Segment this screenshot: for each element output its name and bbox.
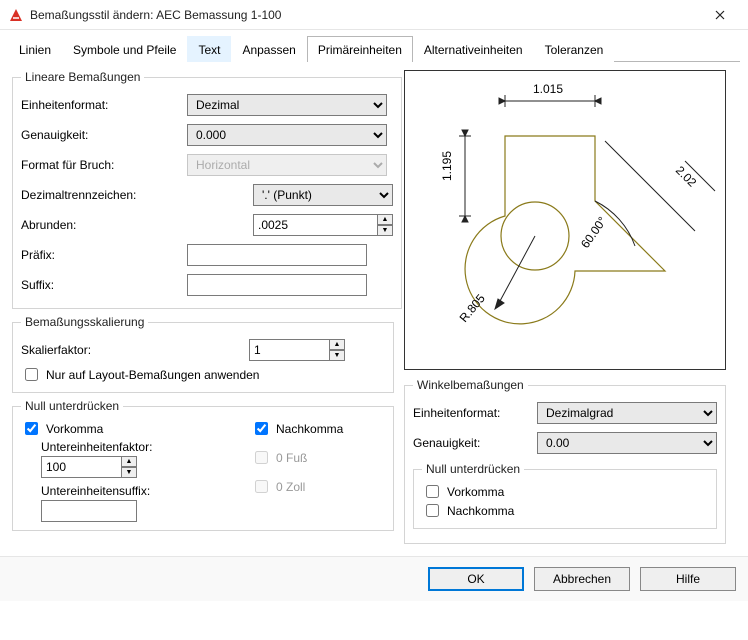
svg-text:R.805: R.805 [457,291,489,325]
group-angular-zero-legend: Null unterdrücken [422,462,524,476]
titlebar: Bemaßungsstil ändern: AEC Bemassung 1-10… [0,0,748,30]
precision-label: Genauigkeit: [21,128,181,142]
group-angular: Winkelbemaßungen Einheitenformat: Dezima… [404,378,726,544]
ok-button[interactable]: OK [428,567,524,591]
layout-only-checkbox[interactable]: Nur auf Layout-Bemaßungen anwenden [21,365,385,384]
scalefactor-up[interactable]: ▲ [329,339,345,350]
svg-text:1.195: 1.195 [440,151,454,181]
decsep-select[interactable]: '.' (Punkt) [253,184,393,206]
tab-strip: Linien Symbole und Pfeile Text Anpassen … [0,30,748,62]
group-scale-legend: Bemaßungsskalierung [21,315,148,329]
ang-trailing-checkbox[interactable]: Nachkomma [422,501,708,520]
dialog-footer: OK Abbrechen Hilfe [0,556,748,601]
tab-linien[interactable]: Linien [8,36,62,62]
app-icon [8,7,24,23]
feet-checkbox: 0 Fuß [251,448,343,467]
scalefactor-label: Skalierfaktor: [21,343,243,357]
suffix-label: Suffix: [21,278,181,292]
decsep-label: Dezimaltrennzeichen: [21,188,181,202]
svg-text:60.00°: 60.00° [578,214,610,251]
ang-precision-select[interactable]: 0.00 [537,432,717,454]
preview-drawing: 1.015 1.195 R.805 60.00° 2.02 [405,71,725,369]
group-scale: Bemaßungsskalierung Skalierfaktor: ▲▼ Nu… [12,315,394,393]
subsuffix-label: Untereinheitensuffix: [41,484,221,498]
group-angular-zero: Null unterdrücken Vorkomma Nachkomma [413,462,717,529]
svg-text:2.02: 2.02 [673,163,700,190]
tab-primaereinheiten[interactable]: Primäreinheiten [307,36,413,62]
cancel-button[interactable]: Abbrechen [534,567,630,591]
scalefactor-input[interactable] [249,339,329,361]
round-spinner[interactable]: ▲▼ [253,214,393,236]
round-input[interactable] [253,214,377,236]
unitformat-select[interactable]: Dezimal [187,94,387,116]
round-down[interactable]: ▼ [377,225,393,236]
subsuffix-input[interactable] [41,500,137,522]
help-button[interactable]: Hilfe [640,567,736,591]
unitformat-label: Einheitenformat: [21,98,181,112]
ang-precision-label: Genauigkeit: [413,436,531,450]
subfactor-up[interactable]: ▲ [121,456,137,467]
ang-unitformat-select[interactable]: Dezimalgrad [537,402,717,424]
group-zero-legend: Null unterdrücken [21,399,123,413]
round-up[interactable]: ▲ [377,214,393,225]
precision-select[interactable]: 0.000 [187,124,387,146]
round-label: Abrunden: [21,218,181,232]
group-linear-legend: Lineare Bemaßungen [21,70,144,84]
subfactor-down[interactable]: ▼ [121,467,137,478]
tab-toleranzen[interactable]: Toleranzen [534,36,615,62]
subfactor-spinner[interactable]: ▲▼ [41,456,221,478]
suffix-input[interactable] [187,274,367,296]
tab-text[interactable]: Text [187,36,231,62]
subfactor-input[interactable] [41,456,121,478]
close-button[interactable] [700,1,740,29]
scalefactor-spinner[interactable]: ▲▼ [249,339,345,361]
tab-alternativeinheiten[interactable]: Alternativeinheiten [413,36,534,62]
group-angular-legend: Winkelbemaßungen [413,378,528,392]
prefix-input[interactable] [187,244,367,266]
tab-anpassen[interactable]: Anpassen [231,36,306,62]
group-linear: Lineare Bemaßungen Einheitenformat: Dezi… [12,70,402,309]
group-zero: Null unterdrücken Vorkomma Untereinheite… [12,399,394,531]
prefix-label: Präfix: [21,248,181,262]
tab-symbole[interactable]: Symbole und Pfeile [62,36,187,62]
inch-checkbox: 0 Zoll [251,477,343,496]
trailing-checkbox[interactable]: Nachkomma [251,419,343,438]
preview-pane: 1.015 1.195 R.805 60.00° 2.02 [404,70,726,370]
svg-text:1.015: 1.015 [533,82,563,96]
leading-checkbox[interactable]: Vorkomma [21,419,221,438]
scalefactor-down[interactable]: ▼ [329,350,345,361]
fraction-select: Horizontal [187,154,387,176]
close-icon [715,10,725,20]
window-title: Bemaßungsstil ändern: AEC Bemassung 1-10… [30,8,700,22]
fraction-label: Format für Bruch: [21,158,181,172]
ang-leading-checkbox[interactable]: Vorkomma [422,482,708,501]
ang-unitformat-label: Einheitenformat: [413,406,531,420]
subfactor-label: Untereinheitenfaktor: [41,440,221,454]
